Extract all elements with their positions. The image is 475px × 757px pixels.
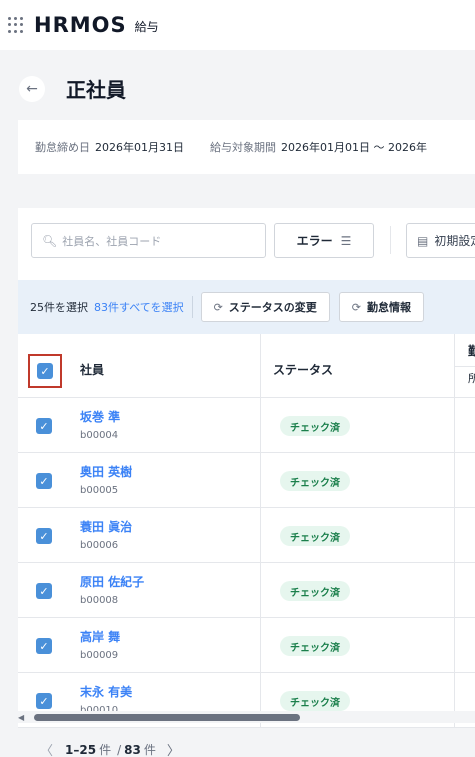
row-checkbox[interactable]: ✓ <box>36 418 52 434</box>
document-icon: ▤ <box>417 233 429 248</box>
page-total-unit: 件 <box>143 743 156 757</box>
employee-name-link[interactable]: 奥田 英樹 <box>80 463 132 480</box>
refresh-icon: ⟳ <box>213 300 223 314</box>
row-checkbox[interactable]: ✓ <box>36 693 52 709</box>
selection-bar: 25件を選択 83件すべてを選択 ⟳ ステータスの変更 ⟳ 勤怠情報 <box>18 280 475 334</box>
row-checkbox[interactable]: ✓ <box>36 473 52 489</box>
closing-date-label: 勤怠締め日 <box>35 141 90 154</box>
check-icon: ✓ <box>40 364 50 378</box>
arrow-left-icon: ← <box>26 81 38 97</box>
toolbar-divider <box>390 226 391 254</box>
status-badge: チェック済 <box>280 471 350 491</box>
search-placeholder: 社員名、社員コード <box>62 234 162 248</box>
attendance-info-label: 勤怠情報 <box>367 301 412 314</box>
check-icon: ✓ <box>39 419 49 433</box>
selected-count: 25件を選択 <box>30 301 88 314</box>
filter-icon: ☰ <box>340 233 352 248</box>
status-change-label: ステータスの変更 <box>228 301 317 314</box>
error-filter-label: エラー <box>296 234 333 248</box>
page-title: 正社員 <box>66 78 126 102</box>
status-badge: チェック済 <box>280 581 350 601</box>
employee-table-panel: 🔍︎ 社員名、社員コード エラー ☰ ▤ 初期設定 25件を選択 83件すべてを… <box>18 208 475 728</box>
employee-name-link[interactable]: 坂巻 準 <box>80 408 120 425</box>
table-row[interactable]: ✓ 奥田 英樹 b00005 チェック済 <box>18 453 475 508</box>
status-badge: チェック済 <box>280 636 350 656</box>
table-row[interactable]: ✓ 原田 佐紀子 b00008 チェック済 <box>18 563 475 618</box>
header-employee[interactable]: 社員 <box>80 361 104 378</box>
header-status[interactable]: ステータス <box>273 361 333 378</box>
check-icon: ✓ <box>39 474 49 488</box>
employee-code: b00009 <box>80 650 119 661</box>
table-header: ✓ 社員 ステータス 勤 所 <box>18 334 475 398</box>
page-range-unit: 件 <box>99 743 112 757</box>
closing-date-value: 2026年01月31日 <box>95 141 184 154</box>
select-all-checkbox-highlight: ✓ <box>28 354 62 388</box>
selection-divider <box>191 296 193 318</box>
page-range: 1–25 <box>65 742 97 757</box>
employee-code: b00004 <box>80 430 119 441</box>
table-row[interactable]: ✓ 坂巻 準 b00004 チェック済 <box>18 398 475 453</box>
page-total: 83 <box>124 742 141 757</box>
employee-name-link[interactable]: 末永 有美 <box>80 683 132 700</box>
check-icon: ✓ <box>39 694 49 708</box>
table-row[interactable]: ✓ 高岸 舞 b00009 チェック済 <box>18 618 475 673</box>
refresh-icon: ⟳ <box>351 300 362 314</box>
pay-period-value: 2026年01月01日 〜 2026年 <box>281 141 427 154</box>
app-logo[interactable]: HRMOS <box>34 13 127 37</box>
employee-code: b00008 <box>80 595 119 606</box>
page-separator: / <box>117 742 122 757</box>
status-badge: チェック済 <box>280 416 350 436</box>
status-badge: チェック済 <box>280 691 350 711</box>
check-icon: ✓ <box>39 529 49 543</box>
chevron-right-icon[interactable]: 〉 <box>167 740 180 757</box>
row-checkbox[interactable]: ✓ <box>36 528 52 544</box>
back-button[interactable]: ← <box>19 76 45 102</box>
select-all-checkbox[interactable]: ✓ <box>37 363 53 379</box>
header-divider <box>455 366 475 367</box>
app-subtitle: 給与 <box>134 20 159 34</box>
employee-name-link[interactable]: 蓑田 眞治 <box>80 518 132 535</box>
horizontal-scrollbar[interactable]: ◀ <box>18 711 475 723</box>
row-checkbox[interactable]: ✓ <box>36 583 52 599</box>
error-filter-button[interactable]: エラー ☰ <box>274 223 374 258</box>
employee-name-link[interactable]: 原田 佐紀子 <box>80 573 144 590</box>
header-attendance: 勤 <box>468 344 475 358</box>
search-input[interactable]: 🔍︎ 社員名、社員コード <box>31 223 266 258</box>
grid-icon[interactable] <box>8 17 24 33</box>
status-change-button[interactable]: ⟳ ステータスの変更 <box>200 292 330 322</box>
attendance-info-button[interactable]: ⟳ 勤怠情報 <box>338 292 425 322</box>
initial-settings-label: 初期設定 <box>434 234 475 248</box>
top-bar: HRMOS 給与 <box>0 0 475 50</box>
scroll-left-icon[interactable]: ◀ <box>18 713 24 722</box>
row-checkbox[interactable]: ✓ <box>36 638 52 654</box>
employee-name-link[interactable]: 高岸 舞 <box>80 628 120 645</box>
period-info-bar: 勤怠締め日 2026年01月31日 給与対象期間 2026年01月01日 〜 2… <box>18 120 475 174</box>
chevron-left-icon[interactable]: 〈 <box>40 740 53 757</box>
employee-code: b00006 <box>80 540 119 551</box>
pay-period-label: 給与対象期間 <box>210 141 276 154</box>
search-icon: 🔍︎ <box>42 233 58 248</box>
initial-settings-button[interactable]: ▤ 初期設定 <box>406 223 475 258</box>
pagination: 〈 1–25 件 / 83 件 〉 <box>40 740 180 757</box>
check-icon: ✓ <box>39 639 49 653</box>
status-badge: チェック済 <box>280 526 350 546</box>
scrollbar-thumb[interactable] <box>34 714 300 721</box>
header-attendance-sub: 所 <box>468 372 475 385</box>
check-icon: ✓ <box>39 584 49 598</box>
table-row[interactable]: ✓ 蓑田 眞治 b00006 チェック済 <box>18 508 475 563</box>
select-all-link[interactable]: 83件すべてを選択 <box>94 299 184 315</box>
employee-code: b00005 <box>80 485 119 496</box>
